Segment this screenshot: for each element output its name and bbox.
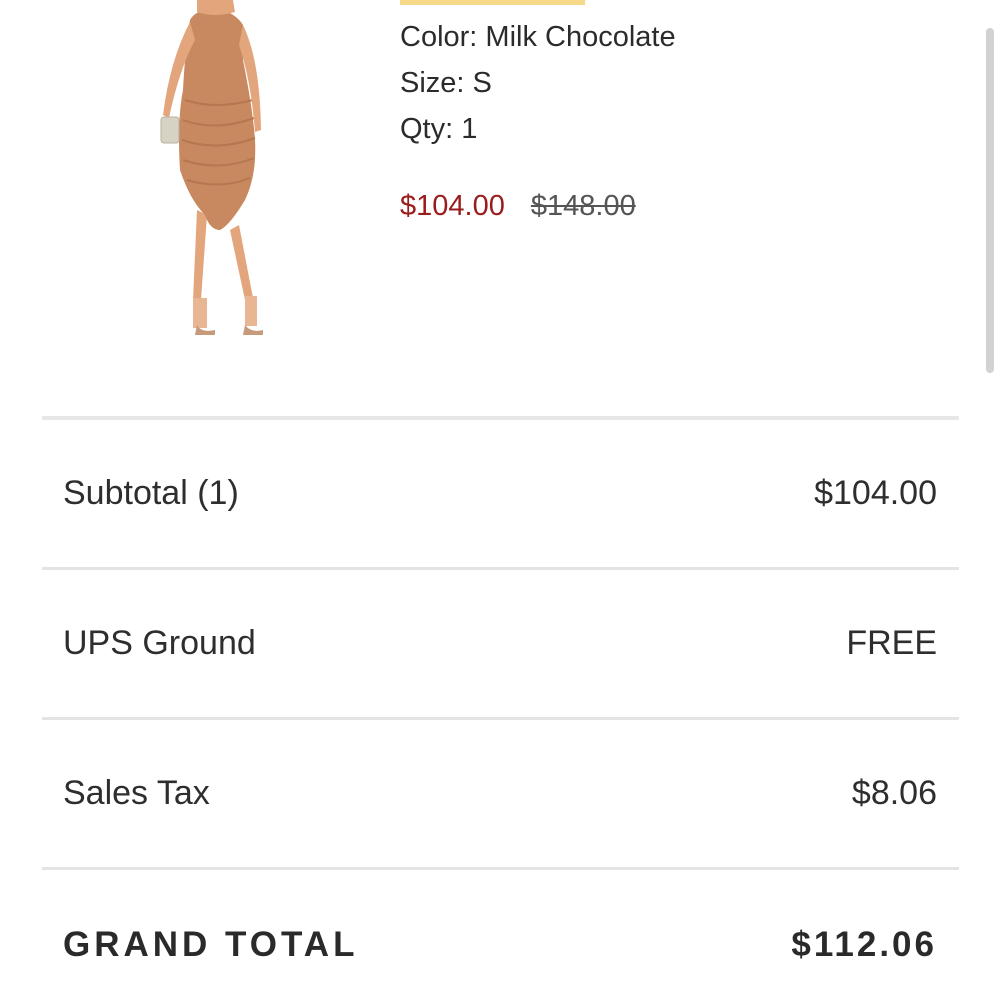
grand-total-value: $112.06 bbox=[791, 925, 937, 964]
summary-row-grand-total: GRAND TOTAL $112.06 bbox=[42, 870, 959, 1000]
row-value: $8.06 bbox=[851, 774, 937, 812]
scrollbar[interactable] bbox=[986, 28, 994, 373]
row-label: Subtotal (1) bbox=[63, 474, 239, 512]
order-summary-page: Color: Milk Chocolate Size: S Qty: 1 $10… bbox=[0, 0, 1000, 1000]
product-size: Size: S bbox=[400, 67, 492, 99]
row-value: $104.00 bbox=[814, 474, 937, 512]
row-value: FREE bbox=[846, 624, 937, 662]
original-price: $148.00 bbox=[530, 190, 636, 222]
order-summary: Subtotal (1) $104.00 UPS Ground FREE Sal… bbox=[42, 416, 959, 1000]
row-label: UPS Ground bbox=[63, 624, 256, 662]
row-label: Sales Tax bbox=[63, 774, 210, 812]
summary-row-shipping: UPS Ground FREE bbox=[42, 570, 959, 720]
product-details: Color: Milk Chocolate Size: S Qty: 1 bbox=[400, 14, 676, 152]
summary-row-subtotal: Subtotal (1) $104.00 bbox=[42, 420, 959, 570]
summary-row-tax: Sales Tax $8.06 bbox=[42, 720, 959, 870]
product-image[interactable] bbox=[135, 0, 285, 350]
price-row: $104.00 $148.00 bbox=[400, 190, 636, 223]
dress-product-photo bbox=[160, 0, 263, 335]
sale-price: $104.00 bbox=[400, 190, 505, 222]
product-qty: Qty: 1 bbox=[400, 113, 478, 145]
sale-tag-strip bbox=[400, 0, 585, 5]
product-color: Color: Milk Chocolate bbox=[400, 21, 676, 53]
grand-total-label: GRAND TOTAL bbox=[63, 925, 359, 964]
